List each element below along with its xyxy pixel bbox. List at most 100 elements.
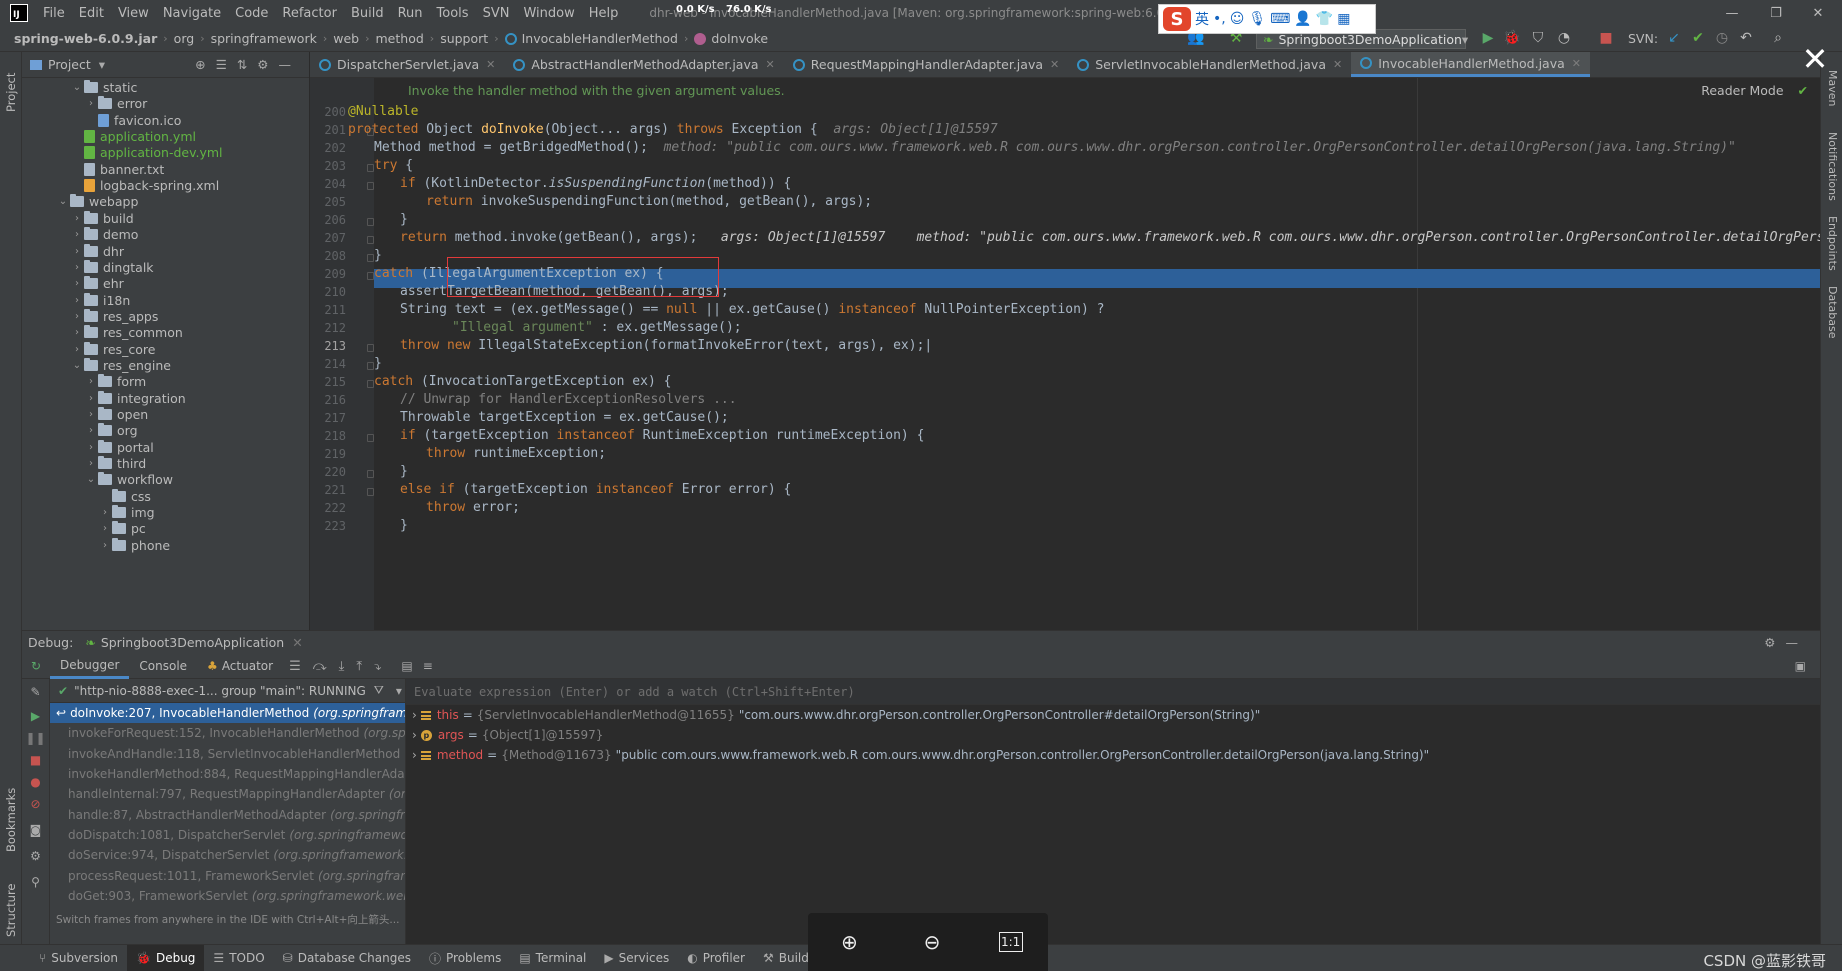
close-icon[interactable]: ✕: [1333, 58, 1342, 71]
breadcrumb-springframework[interactable]: springframework: [211, 31, 317, 46]
variable-row[interactable]: › this = {ServletInvocableHandlerMethod@116…: [406, 705, 1820, 725]
camera-icon[interactable]: ◙: [22, 823, 49, 837]
bottom-tab[interactable]: ◐ Profiler: [678, 945, 754, 971]
variable-row[interactable]: › method = {Method@11673} "public com.ours.w…: [406, 745, 1820, 765]
chevron-right-icon[interactable]: ›: [412, 708, 417, 722]
menu-run[interactable]: Run: [391, 6, 430, 21]
svn-commit-icon[interactable]: ✔: [1690, 30, 1706, 46]
stepping-toolbar[interactable]: ☰⤼⤓⤒⤵: [289, 659, 393, 674]
sogou-logo-icon[interactable]: S: [1163, 7, 1191, 31]
bottom-tab[interactable]: ⓘ Problems: [420, 945, 510, 971]
stack-frame[interactable]: invokeForRequest:152, InvocableHandlerMe…: [50, 723, 405, 743]
close-icon[interactable]: ✕: [486, 58, 495, 71]
chevron-right-icon[interactable]: ›: [98, 523, 112, 534]
database-tool-tab[interactable]: Database: [1826, 286, 1839, 339]
coverage-icon[interactable]: ⛉: [1530, 30, 1546, 46]
close-icon[interactable]: ✕: [766, 58, 775, 71]
chevron-right-icon[interactable]: ›: [84, 458, 98, 469]
tab-actuator[interactable]: ♣ Actuator: [197, 654, 283, 679]
tree-item[interactable]: › phone: [98, 536, 170, 555]
chevron-down-icon[interactable]: ▾: [396, 684, 402, 698]
chevron-right-icon[interactable]: ›: [84, 393, 98, 404]
breadcrumb-support[interactable]: support: [440, 31, 488, 46]
breadcrumb-org[interactable]: org: [174, 31, 195, 46]
profile-icon[interactable]: ◔: [1556, 30, 1572, 46]
menu-window[interactable]: Window: [516, 6, 581, 21]
fold-marker-icon[interactable]: [367, 272, 374, 280]
breadcrumb-method[interactable]: method: [376, 31, 424, 46]
layout-icon[interactable]: ▣: [1795, 659, 1806, 673]
editor-tab[interactable]: AbstractHandlerMethodAdapter.java ✕: [504, 52, 783, 77]
chevron-right-icon[interactable]: ›: [84, 409, 98, 420]
emoji-icon[interactable]: ☺: [1230, 11, 1245, 27]
view-breakpoints-icon[interactable]: ●: [22, 775, 49, 789]
breadcrumb-method-name[interactable]: doInvoke: [711, 31, 768, 46]
fold-marker-icon[interactable]: [367, 488, 374, 496]
bottom-tab[interactable]: ☰ TODO: [204, 945, 273, 971]
code-editor[interactable]: 200 201 202 203 204 205 206 207 208 209 210 211 212 2…: [310, 78, 1820, 630]
zoom-out-icon[interactable]: ⊖: [916, 926, 948, 958]
chevron-right-icon[interactable]: ›: [70, 278, 84, 289]
rollback-icon[interactable]: ↶: [1738, 30, 1754, 46]
menu-help[interactable]: Help: [582, 6, 626, 21]
pin-icon[interactable]: ⚲: [22, 875, 49, 889]
menu-refactor[interactable]: Refactor: [275, 6, 344, 21]
breadcrumb-web[interactable]: web: [333, 31, 359, 46]
breadcrumb-jar[interactable]: spring-web-6.0.9.jar: [14, 31, 157, 46]
fold-marker-icon[interactable]: [367, 344, 374, 352]
bottom-tab[interactable]: ▤ Terminal: [510, 945, 595, 971]
bookmarks-tool-tab[interactable]: Bookmarks: [4, 788, 18, 852]
stack-frame[interactable]: doDispatch:1081, DispatcherServlet (org.s…: [50, 825, 405, 845]
punct-icon[interactable]: •,: [1213, 11, 1226, 27]
chevron-right-icon[interactable]: ›: [70, 229, 84, 240]
fold-marker-icon[interactable]: [367, 470, 374, 478]
chevron-right-icon[interactable]: ›: [84, 376, 98, 387]
chevron-down-icon[interactable]: ⌄: [70, 82, 84, 93]
user-icon[interactable]: 👤: [1294, 11, 1311, 27]
close-overlay-icon[interactable]: ✕: [1800, 43, 1830, 75]
chevron-down-icon[interactable]: ⌄: [70, 360, 84, 371]
editor-tab[interactable]: InvocableHandlerMethod.java ✕: [1351, 52, 1590, 77]
stack-frame[interactable]: doGet:903, FrameworkServlet (org.springfr…: [50, 886, 405, 906]
chevron-down-icon[interactable]: ⌄: [84, 474, 98, 485]
variable-row[interactable]: › p args = {Object[1]@15597}: [406, 725, 1820, 745]
chevron-right-icon[interactable]: ›: [70, 295, 84, 306]
chevron-right-icon[interactable]: ›: [70, 213, 84, 224]
fold-marker-icon[interactable]: [367, 254, 374, 262]
menu-build[interactable]: Build: [344, 6, 391, 21]
reader-mode-toggle[interactable]: Reader Mode ✔: [1701, 78, 1808, 102]
stack-frame[interactable]: handleInternal:797, RequestMappingHandle…: [50, 784, 405, 804]
chevron-right-icon[interactable]: ›: [70, 262, 84, 273]
minimize-button[interactable]: —: [1712, 0, 1752, 26]
menu-svn[interactable]: SVN: [476, 6, 517, 21]
breadcrumb-class[interactable]: InvocableHandlerMethod: [522, 31, 678, 46]
chevron-right-icon[interactable]: ›: [70, 327, 84, 338]
menu-tools[interactable]: Tools: [430, 6, 476, 21]
grid-icon[interactable]: ▦: [1337, 11, 1350, 27]
wrench-icon[interactable]: ✎: [22, 685, 49, 699]
restore-button[interactable]: ❐: [1756, 0, 1796, 26]
chevron-right-icon[interactable]: ›: [412, 728, 417, 742]
rerun-icon[interactable]: ↻: [22, 659, 50, 673]
close-icon[interactable]: ✕: [1050, 58, 1059, 71]
chevron-right-icon[interactable]: ›: [84, 442, 98, 453]
menu-navigate[interactable]: Navigate: [156, 6, 228, 21]
shirt-icon[interactable]: 👕: [1316, 11, 1333, 27]
editor-tab[interactable]: ServletInvocableHandlerMethod.java ✕: [1068, 52, 1351, 77]
thread-selector[interactable]: ✔ "http-nio-8888-exec-1... group "main":…: [50, 679, 405, 703]
debug-settings-icons[interactable]: ⚙—: [1764, 635, 1808, 650]
stack-frame[interactable]: invokeAndHandle:118, ServletInvocableHan…: [50, 744, 405, 764]
evaluate-expression-input[interactable]: Evaluate expression (Enter) or add a wat…: [406, 679, 1820, 705]
stack-frame[interactable]: handle:87, AbstractHandlerMethodAdapter(…: [50, 804, 405, 824]
stop-icon[interactable]: ■: [1598, 30, 1614, 46]
window-close-button[interactable]: ✕: [1798, 0, 1838, 26]
editor-gutter[interactable]: 200 201 202 203 204 205 206 207 208 209 210 211 212 2…: [310, 78, 374, 630]
tab-debugger[interactable]: Debugger: [50, 654, 130, 679]
bottom-tab[interactable]: 🐞 Debug: [127, 944, 205, 971]
notifications-tool-tab[interactable]: Notifications: [1826, 132, 1839, 201]
keyboard-icon[interactable]: ⌨: [1270, 11, 1290, 27]
close-icon[interactable]: ✕: [1572, 57, 1581, 70]
chevron-right-icon[interactable]: ›: [98, 507, 112, 518]
editor-tab[interactable]: RequestMappingHandlerAdapter.java ✕: [784, 52, 1068, 77]
debug-config-tab[interactable]: Springboot3DemoApplication: [101, 635, 284, 650]
